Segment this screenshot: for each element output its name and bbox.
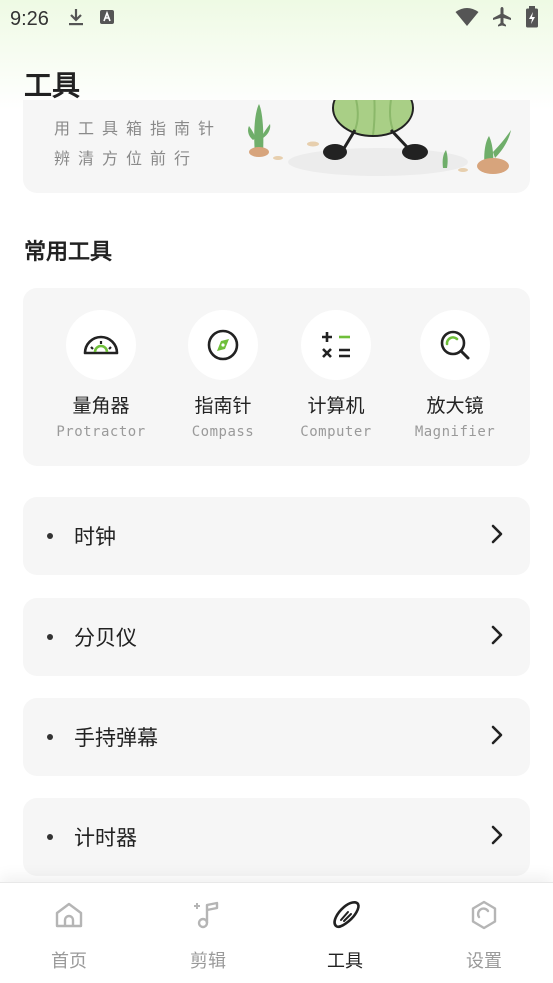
list-item-timer[interactable]: 计时器 (23, 798, 530, 876)
banner-card[interactable]: 用工具箱指南针 辨清方位前行 (23, 100, 530, 193)
list-item-handheld-barrage-label: 手持弹幕 (74, 726, 158, 750)
chevron-right-icon (490, 824, 504, 850)
nav-item-tools[interactable]: 工具 (295, 899, 395, 973)
chevron-right-icon (490, 523, 504, 549)
font-app-icon (99, 8, 115, 30)
bullet-dot (47, 533, 53, 539)
bullet-dot (47, 734, 53, 740)
tool-calculator-en: Computer (300, 424, 372, 440)
bottom-navigation: 首页 剪辑 工具 设置 (0, 882, 553, 983)
nav-item-settings[interactable]: 设置 (434, 899, 534, 973)
tool-compass[interactable]: 指南针 Compass (163, 310, 283, 440)
tool-protractor-en: Protractor (56, 424, 146, 440)
airplane-mode-icon (491, 6, 513, 33)
tool-magnifier-en: Magnifier (414, 424, 496, 440)
nav-item-home-label: 首页 (51, 951, 87, 972)
cucumber-icon (333, 901, 360, 929)
magnifier-icon (440, 330, 470, 360)
list-item-clock-label: 时钟 (74, 525, 116, 549)
list-item-decibel-meter-label: 分贝仪 (74, 626, 137, 650)
list-item-timer-label: 计时器 (74, 826, 137, 850)
tool-magnifier-name: 放大镜 (426, 395, 484, 417)
nav-item-editing-label: 剪辑 (190, 951, 226, 972)
music-note-icon (194, 901, 219, 929)
calculator-icon (322, 332, 350, 358)
wifi-icon (455, 7, 479, 32)
battery-charging-icon (525, 5, 539, 33)
protractor-icon (83, 335, 119, 355)
tool-compass-name: 指南针 (194, 395, 252, 417)
tool-magnifier[interactable]: 放大镜 Magnifier (395, 310, 515, 440)
tool-compass-en: Compass (191, 424, 255, 440)
bullet-dot (47, 634, 53, 640)
chevron-right-icon (490, 624, 504, 650)
tool-calculator-icon-circle (301, 310, 371, 380)
tool-protractor-name: 量角器 (72, 395, 130, 417)
home-icon (55, 902, 83, 928)
list-item-clock[interactable]: 时钟 (23, 497, 530, 575)
list-item-decibel-meter[interactable]: 分贝仪 (23, 598, 530, 676)
nav-item-home[interactable]: 首页 (19, 899, 119, 973)
compass-icon (207, 329, 239, 361)
tool-protractor[interactable]: 量角器 Protractor (41, 310, 161, 440)
tool-protractor-icon-circle (66, 310, 136, 380)
banner-illustration (248, 100, 511, 176)
nav-item-settings-label: 设置 (466, 951, 502, 972)
tool-magnifier-icon-circle (420, 310, 490, 380)
section-title: 常用工具 (24, 240, 113, 265)
chevron-right-icon (490, 724, 504, 750)
tool-calculator-name: 计算机 (307, 395, 365, 417)
common-tools-card: 量角器 Protractor 指南针 Compass 计算机 Computer (23, 288, 530, 466)
status-bar: 9:26 (0, 0, 553, 38)
settings-icon (471, 900, 497, 930)
status-time: 9:26 (10, 7, 49, 30)
tool-compass-icon-circle (188, 310, 258, 380)
list-item-handheld-barrage[interactable]: 手持弹幕 (23, 698, 530, 776)
nav-item-editing[interactable]: 剪辑 (158, 899, 258, 973)
bullet-dot (47, 834, 53, 840)
page-title: 工具 (24, 69, 81, 102)
tool-calculator[interactable]: 计算机 Computer (276, 310, 396, 440)
nav-item-tools-label: 工具 (327, 951, 363, 972)
download-icon (67, 7, 85, 32)
